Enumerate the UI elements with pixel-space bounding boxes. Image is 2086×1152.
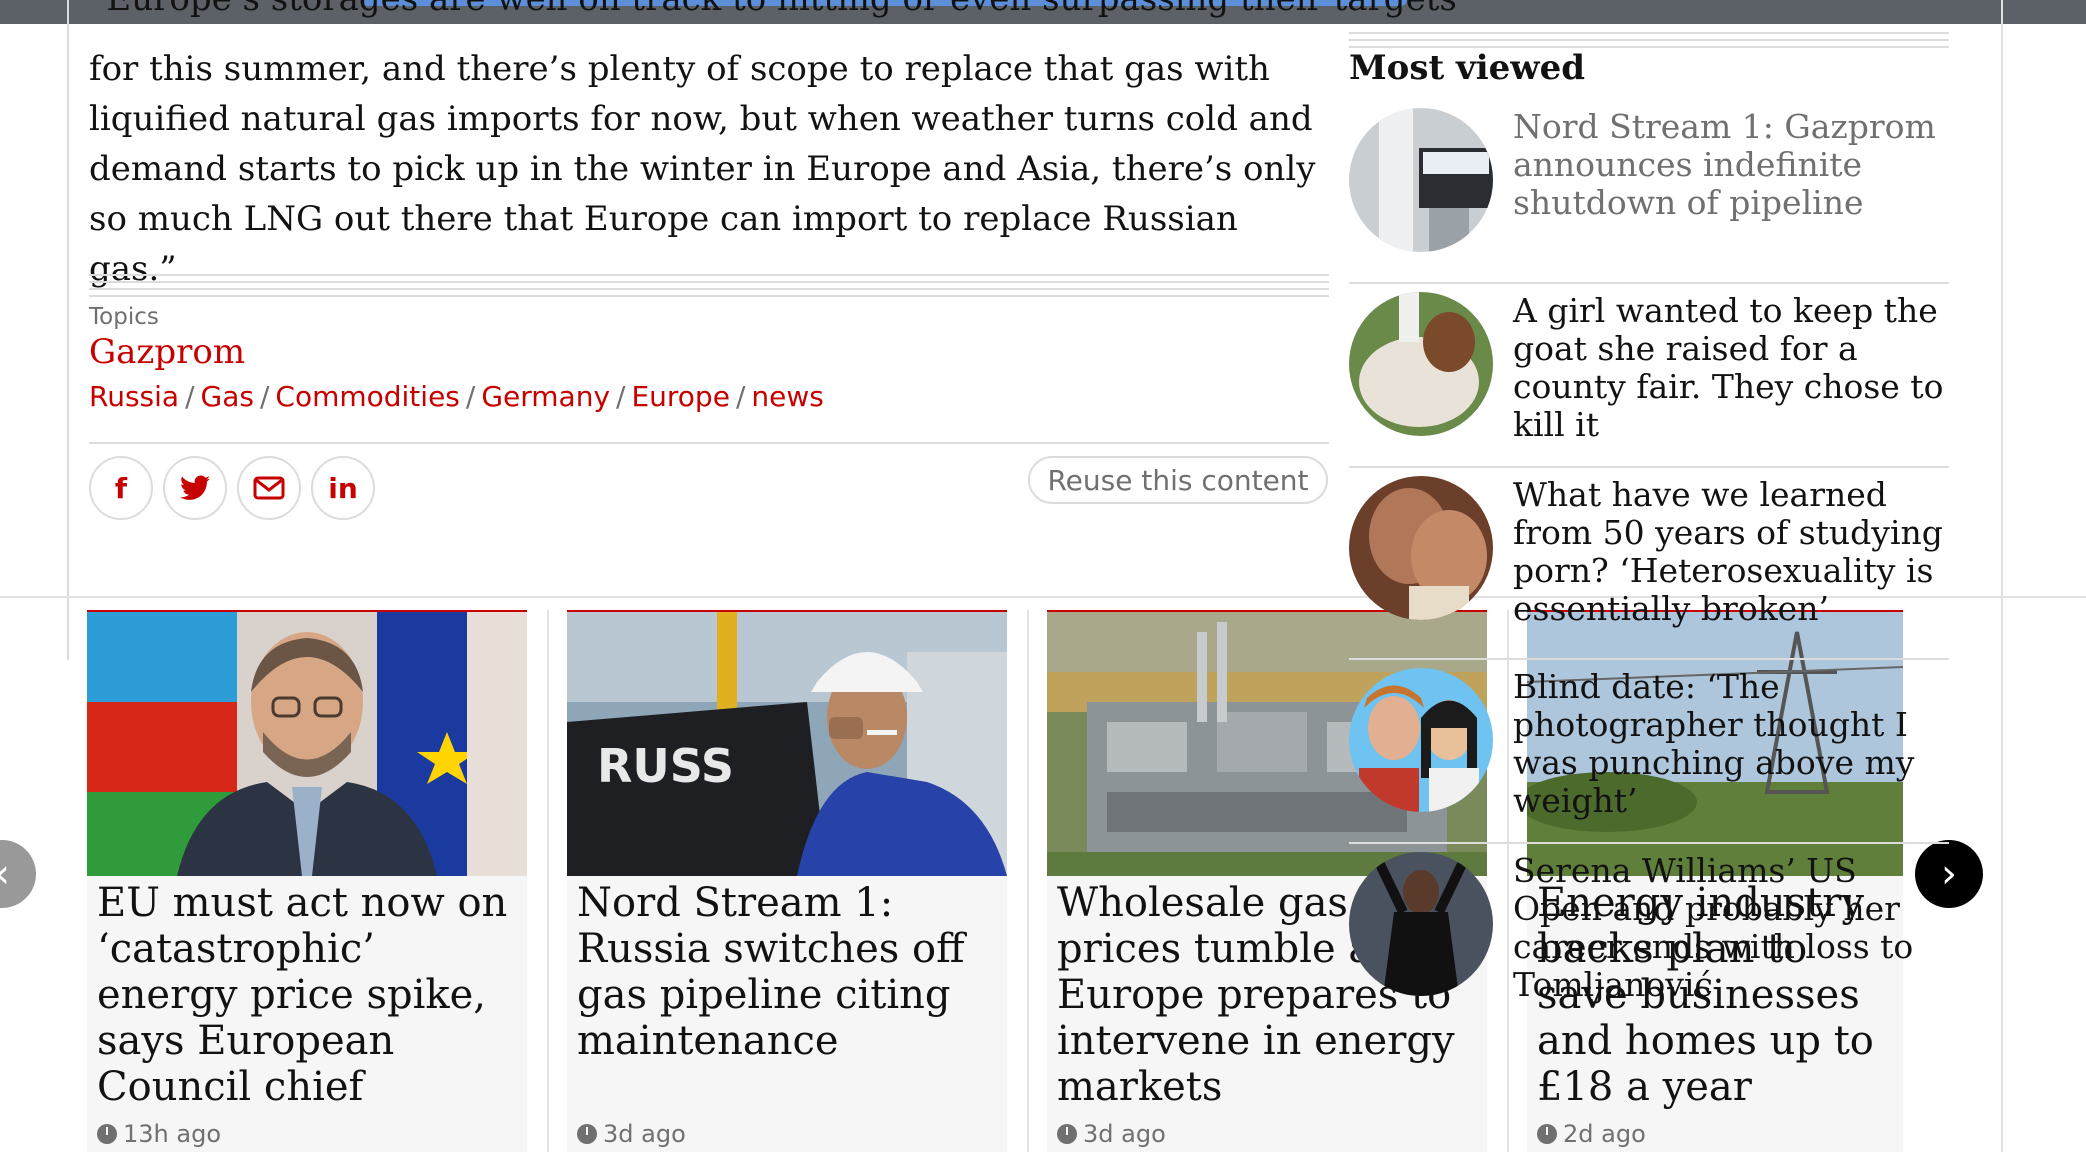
chevron-left-icon: ‹ bbox=[0, 851, 10, 897]
linkedin-icon: in bbox=[328, 471, 358, 505]
card-timestamp: 3d ago bbox=[1057, 1120, 1166, 1148]
twitter-icon bbox=[180, 475, 210, 500]
card-image-eu-council-chief bbox=[87, 612, 527, 876]
clock-icon bbox=[577, 1124, 597, 1144]
card-timestamp: 3d ago bbox=[577, 1120, 686, 1148]
quote-paragraph: for this summer, and there’s plenty of s… bbox=[89, 49, 1316, 289]
topic-russia-link[interactable]: Russia bbox=[89, 380, 179, 413]
most-viewed-headline[interactable]: What have we learned from 50 years of st… bbox=[1513, 476, 1953, 628]
topic-europe-link[interactable]: Europe bbox=[631, 380, 729, 413]
topic-gas-link[interactable]: Gas bbox=[201, 380, 254, 413]
topic-separator: / bbox=[185, 380, 195, 413]
card-headline[interactable]: EU must act now on ‘catastrophic’ energy… bbox=[97, 880, 517, 1110]
topic-separator: / bbox=[259, 380, 270, 413]
topic-news-link[interactable]: news bbox=[751, 380, 823, 413]
article-end-rules bbox=[89, 274, 1329, 298]
share-email-button[interactable] bbox=[237, 456, 301, 520]
card-age: 3d ago bbox=[1083, 1120, 1166, 1148]
most-viewed-headline[interactable]: Serena Williams’ US Open and probably he… bbox=[1513, 852, 1953, 1004]
most-viewed-rules bbox=[1349, 32, 1949, 48]
card-timestamp: 13h ago bbox=[97, 1120, 221, 1148]
card-divider bbox=[547, 610, 549, 1152]
card-divider bbox=[1027, 610, 1029, 1152]
most-viewed-headline[interactable]: Nord Stream 1: Gazprom announces indefin… bbox=[1513, 108, 1953, 222]
most-viewed-rule bbox=[1349, 282, 1949, 284]
topics-divider bbox=[89, 442, 1329, 444]
topic-separator: / bbox=[465, 380, 476, 413]
topic-separator: / bbox=[616, 380, 626, 413]
card-age: 3d ago bbox=[603, 1120, 686, 1148]
page-right-rule bbox=[2001, 0, 2003, 1152]
most-viewed-rule bbox=[1349, 842, 1949, 844]
most-viewed-rule bbox=[1349, 466, 1949, 468]
most-viewed-rule bbox=[1349, 658, 1949, 660]
clock-icon bbox=[1057, 1124, 1077, 1144]
most-viewed-thumb bbox=[1349, 292, 1493, 436]
most-viewed-thumb bbox=[1349, 476, 1493, 620]
onward-card-1[interactable]: EU must act now on ‘catastrophic’ energy… bbox=[87, 610, 527, 1152]
quote-cut-line: “Europe’s storages are well on track to … bbox=[89, 0, 1457, 24]
article-left-rule bbox=[67, 0, 69, 660]
envelope-icon bbox=[253, 476, 285, 500]
topic-germany-link[interactable]: Germany bbox=[481, 380, 610, 413]
most-viewed-panel: Most viewed Nord Stream 1: Gazprom annou… bbox=[1349, 0, 1949, 1152]
share-facebook-button[interactable]: f bbox=[89, 456, 153, 520]
most-viewed-title: Most viewed bbox=[1349, 48, 1585, 88]
onward-card-2[interactable]: RUSS Nord Stream 1: Russia switches off … bbox=[567, 610, 1007, 1152]
svg-text:RUSS: RUSS bbox=[597, 739, 734, 793]
most-viewed-headline[interactable]: A girl wanted to keep the goat she raise… bbox=[1513, 292, 1953, 444]
most-viewed-thumb bbox=[1349, 668, 1493, 812]
topic-separator: / bbox=[735, 380, 746, 413]
share-linkedin-button[interactable]: in bbox=[311, 456, 375, 520]
topic-gazprom-link[interactable]: Gazprom bbox=[89, 332, 245, 372]
card-age: 13h ago bbox=[123, 1120, 222, 1148]
card-headline[interactable]: Nord Stream 1: Russia switches off gas p… bbox=[577, 880, 997, 1064]
most-viewed-headline[interactable]: Blind date: ‘The photographer thought I … bbox=[1513, 668, 1953, 820]
share-twitter-button[interactable] bbox=[163, 456, 227, 520]
carousel-prev-button[interactable]: ‹ bbox=[0, 840, 36, 908]
clock-icon bbox=[97, 1124, 117, 1144]
most-viewed-thumb bbox=[1349, 852, 1493, 996]
article-quote: “Europe’s storages are well on track to … bbox=[89, 0, 1457, 294]
card-image-nord-stream-worker: RUSS bbox=[567, 612, 1007, 876]
facebook-icon: f bbox=[114, 471, 128, 505]
most-viewed-thumb bbox=[1349, 108, 1493, 252]
topic-list: Russia / Gas / Commodities / Germany / Europe / ne… bbox=[89, 380, 824, 413]
reuse-content-button[interactable]: Reuse this content bbox=[1028, 456, 1328, 504]
topics-label: Topics bbox=[89, 304, 159, 330]
topic-commodities-link[interactable]: Commodities bbox=[275, 380, 460, 413]
